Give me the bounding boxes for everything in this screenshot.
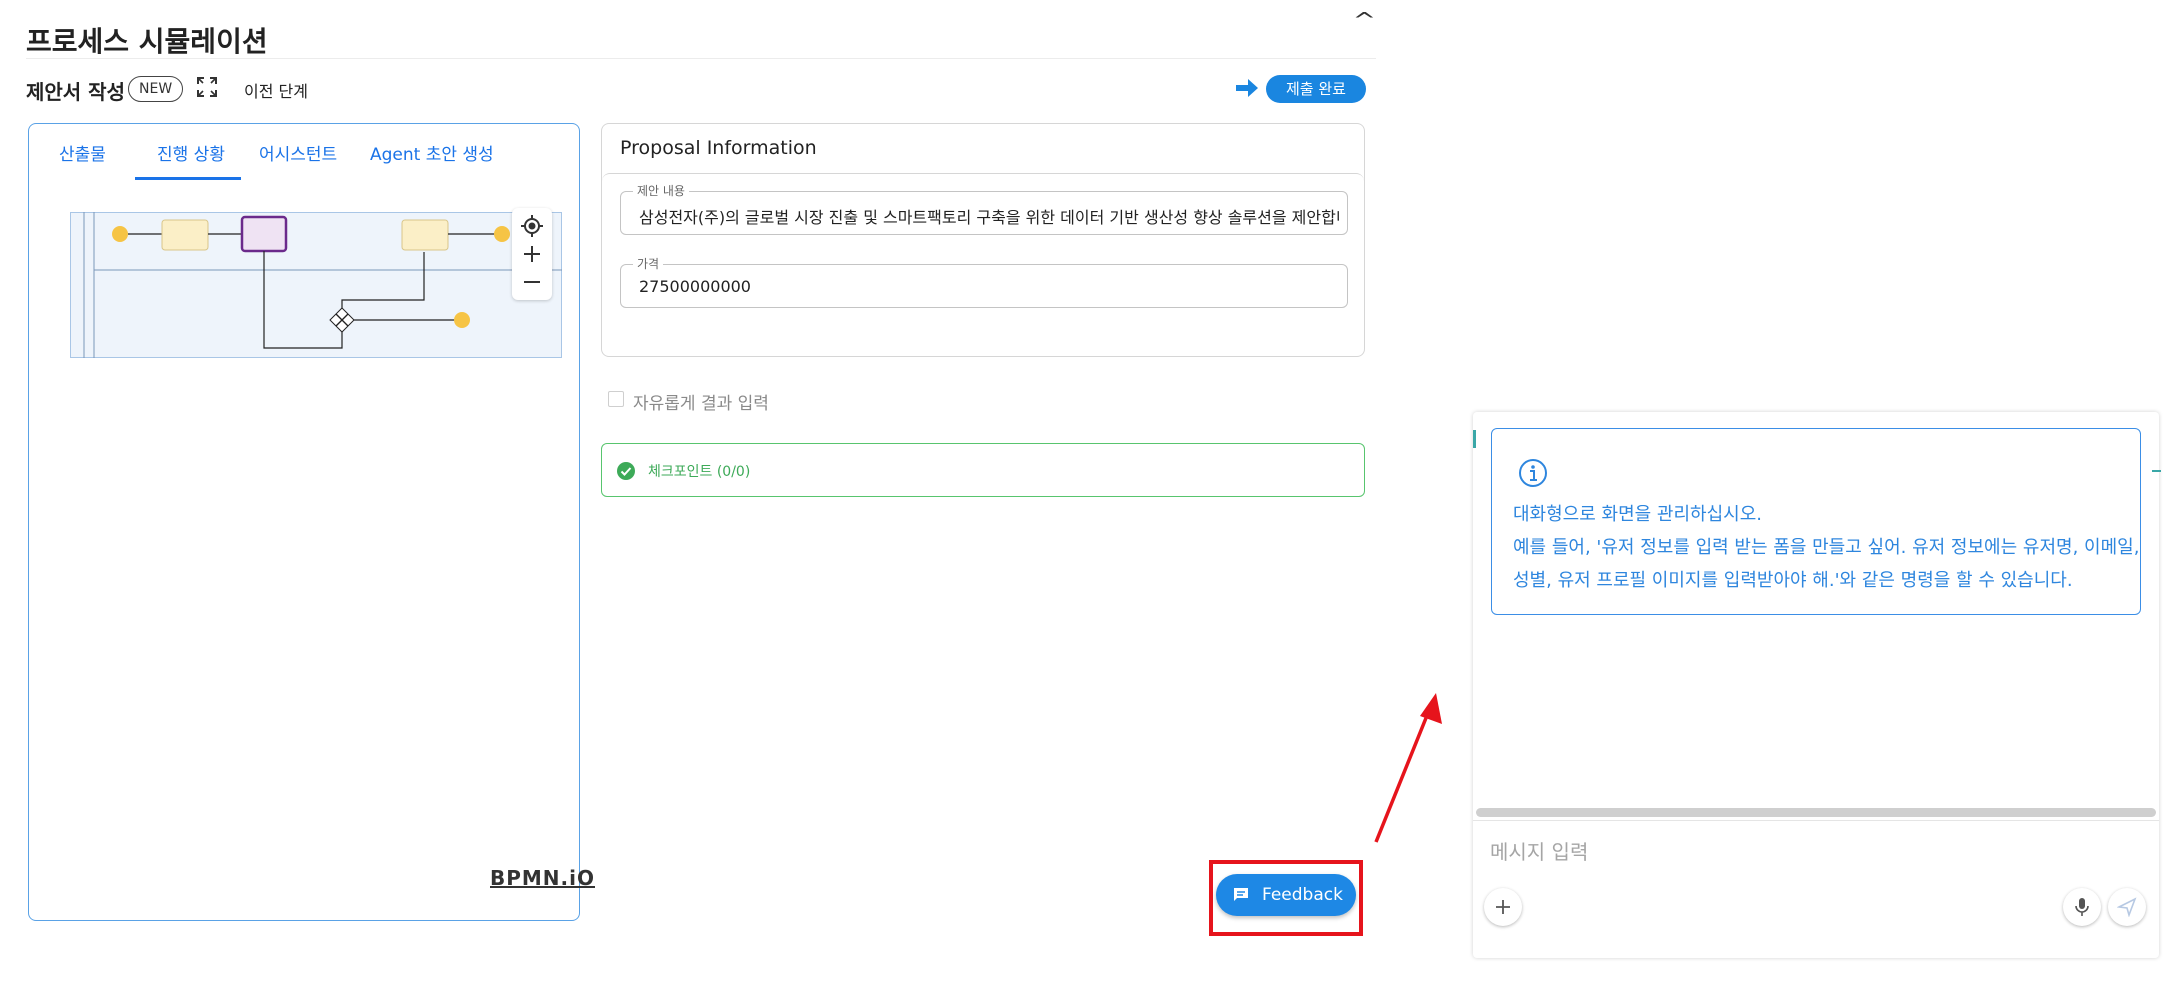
tab-deliverables[interactable]: 산출물 [59, 140, 106, 165]
feedback-label: Feedback [1262, 885, 1343, 905]
free-input-checkbox[interactable] [608, 391, 624, 407]
attach-button[interactable] [1484, 888, 1522, 926]
new-badge: NEW [128, 76, 184, 102]
red-pointer-arrow [1374, 693, 1442, 843]
feedback-button[interactable]: Feedback [1216, 874, 1356, 916]
proposal-content-field[interactable]: 제안 내용 삼성전자(주)의 글로벌 시장 진출 및 스마트팩토리 구축을 위한… [620, 182, 1348, 235]
free-input-label: 자유롭게 결과 입력 [633, 394, 769, 414]
active-tab-indicator [135, 177, 241, 180]
zoom-controls [512, 208, 552, 300]
page-title: 프로세스 시뮬레이션 [26, 25, 268, 58]
chat-edge-marker-right [2152, 470, 2161, 472]
checkpoint-label: 체크포인트 (0/0) [648, 464, 751, 480]
chat-info-line: 대화형으로 화면을 관리하십시오. [1513, 504, 1763, 525]
price-label: 가격 [633, 255, 664, 272]
send-icon [2117, 897, 2137, 917]
proposal-content-value: 삼성전자(주)의 글로벌 시장 진출 및 스마트팩토리 구축을 위한 데이터 기… [639, 208, 1339, 227]
chat-bubble-icon [1234, 888, 1248, 901]
submit-button[interactable]: 제출 완료 [1266, 75, 1366, 103]
step-title: 제안서 작성 [26, 80, 125, 104]
zoom-out-icon[interactable] [522, 272, 542, 292]
chat-info-line: 예를 들어, '유저 정보를 입력 받는 폼을 만들고 싶어. 유저 정보에는 … [1513, 537, 2140, 558]
price-field[interactable]: 가격 27500000000 [620, 255, 1348, 308]
tab-agent-draft[interactable]: Agent 초안 생성 [370, 140, 494, 165]
check-circle-icon [617, 462, 635, 480]
tab-assistant[interactable]: 어시스턴트 [259, 140, 337, 165]
chat-scrollbar[interactable] [1476, 808, 2156, 817]
zoom-in-icon[interactable] [522, 244, 542, 264]
title-divider [26, 58, 1376, 59]
bpmn-io-logo[interactable]: BPMN.iO [490, 866, 595, 890]
collapse-button[interactable]: ^ [1353, 8, 1376, 32]
chat-info-line: 성별, 유저 프로필 이미지를 입력받아야 해.'와 같은 명령을 할 수 있습… [1513, 570, 2073, 591]
chat-edge-marker [1473, 430, 1476, 448]
send-button[interactable] [2108, 888, 2146, 926]
voice-button[interactable] [2063, 888, 2101, 926]
prev-step-button[interactable]: 이전 단계 [244, 78, 308, 102]
proposal-content-label: 제안 내용 [633, 182, 689, 199]
info-icon [1519, 459, 1547, 487]
bpmn-diagram[interactable] [70, 212, 562, 360]
plus-icon [1496, 900, 1510, 914]
arrow-right-icon [1236, 79, 1258, 97]
tab-progress[interactable]: 진행 상황 [157, 140, 225, 165]
price-value: 27500000000 [639, 277, 751, 296]
fullscreen-icon[interactable] [196, 76, 218, 98]
message-input[interactable]: 메시지 입력 [1490, 836, 1588, 865]
microphone-icon [2075, 898, 2089, 916]
recenter-icon[interactable] [520, 214, 544, 238]
proposal-title: Proposal Information [620, 137, 817, 159]
chat-divider [1473, 820, 2159, 821]
